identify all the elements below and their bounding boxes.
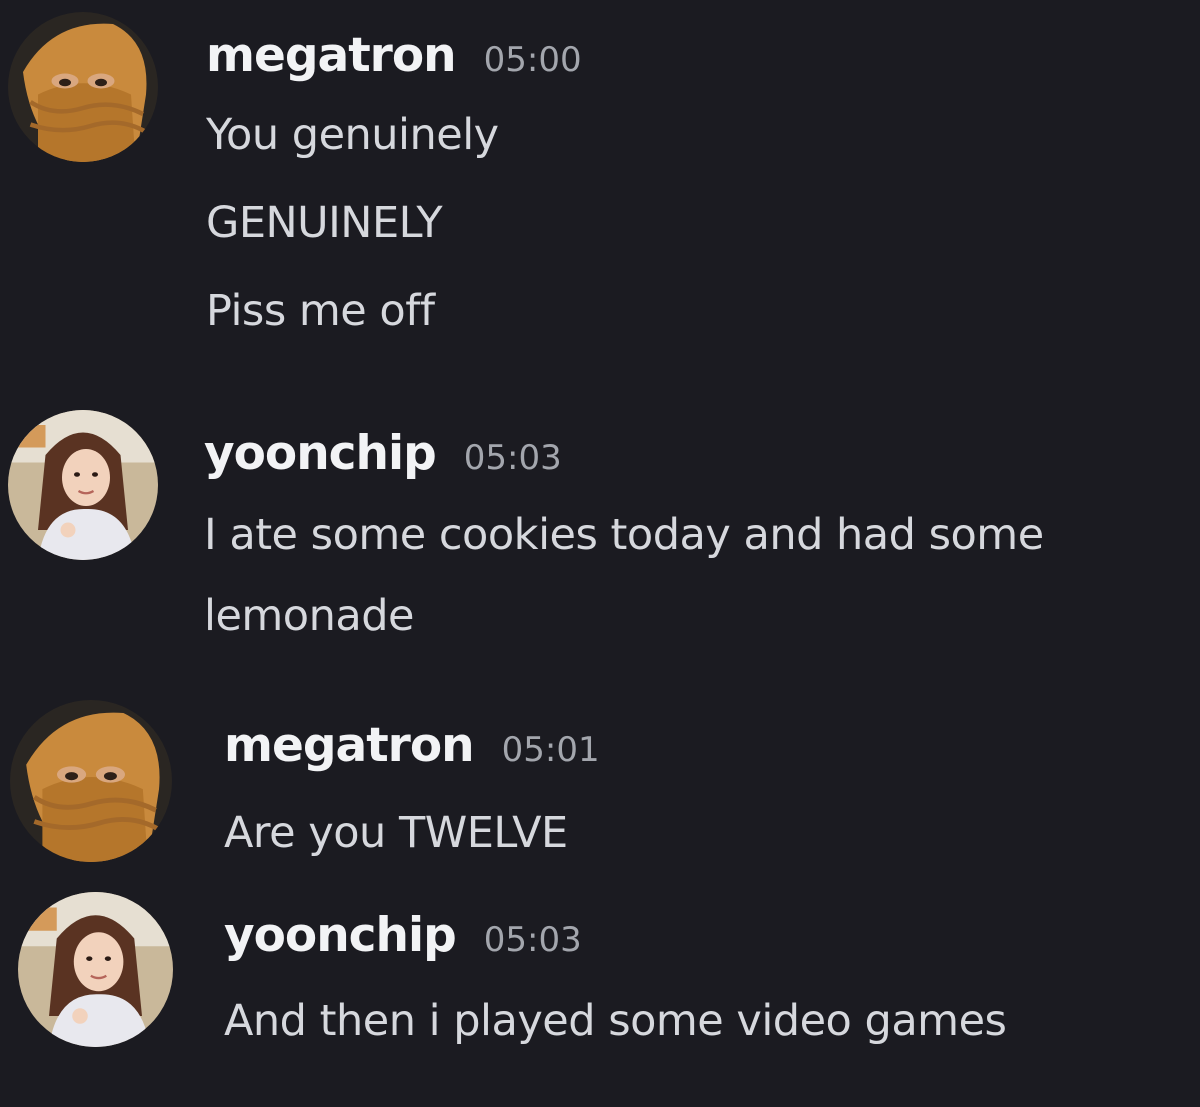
message-text: Are you TWELVE [224, 808, 568, 858]
timestamp: 05:01 [501, 730, 600, 770]
username[interactable]: megatron [224, 718, 475, 773]
message-text: I ate some cookies today and had some [204, 510, 1044, 560]
avatar-megatron[interactable] [8, 12, 158, 162]
message-text: GENUINELY [206, 198, 443, 248]
message-text: Piss me off [206, 286, 435, 336]
user-avatar-icon [10, 700, 172, 862]
message-text: And then i played some video games [224, 996, 1007, 1046]
user-avatar-icon [18, 892, 173, 1047]
timestamp: 05:03 [463, 438, 562, 478]
message-text: You genuinely [206, 110, 499, 160]
avatar-yoonchip[interactable] [18, 892, 173, 1047]
user-avatar-icon [8, 410, 158, 560]
timestamp: 05:00 [483, 40, 582, 80]
username[interactable]: megatron [206, 28, 457, 83]
message-text: lemonade [204, 591, 414, 641]
avatar-yoonchip[interactable] [8, 410, 158, 560]
avatar-megatron[interactable] [10, 700, 172, 862]
username[interactable]: yoonchip [224, 908, 457, 963]
username[interactable]: yoonchip [204, 426, 437, 481]
user-avatar-icon [8, 12, 158, 162]
timestamp: 05:03 [483, 920, 582, 960]
